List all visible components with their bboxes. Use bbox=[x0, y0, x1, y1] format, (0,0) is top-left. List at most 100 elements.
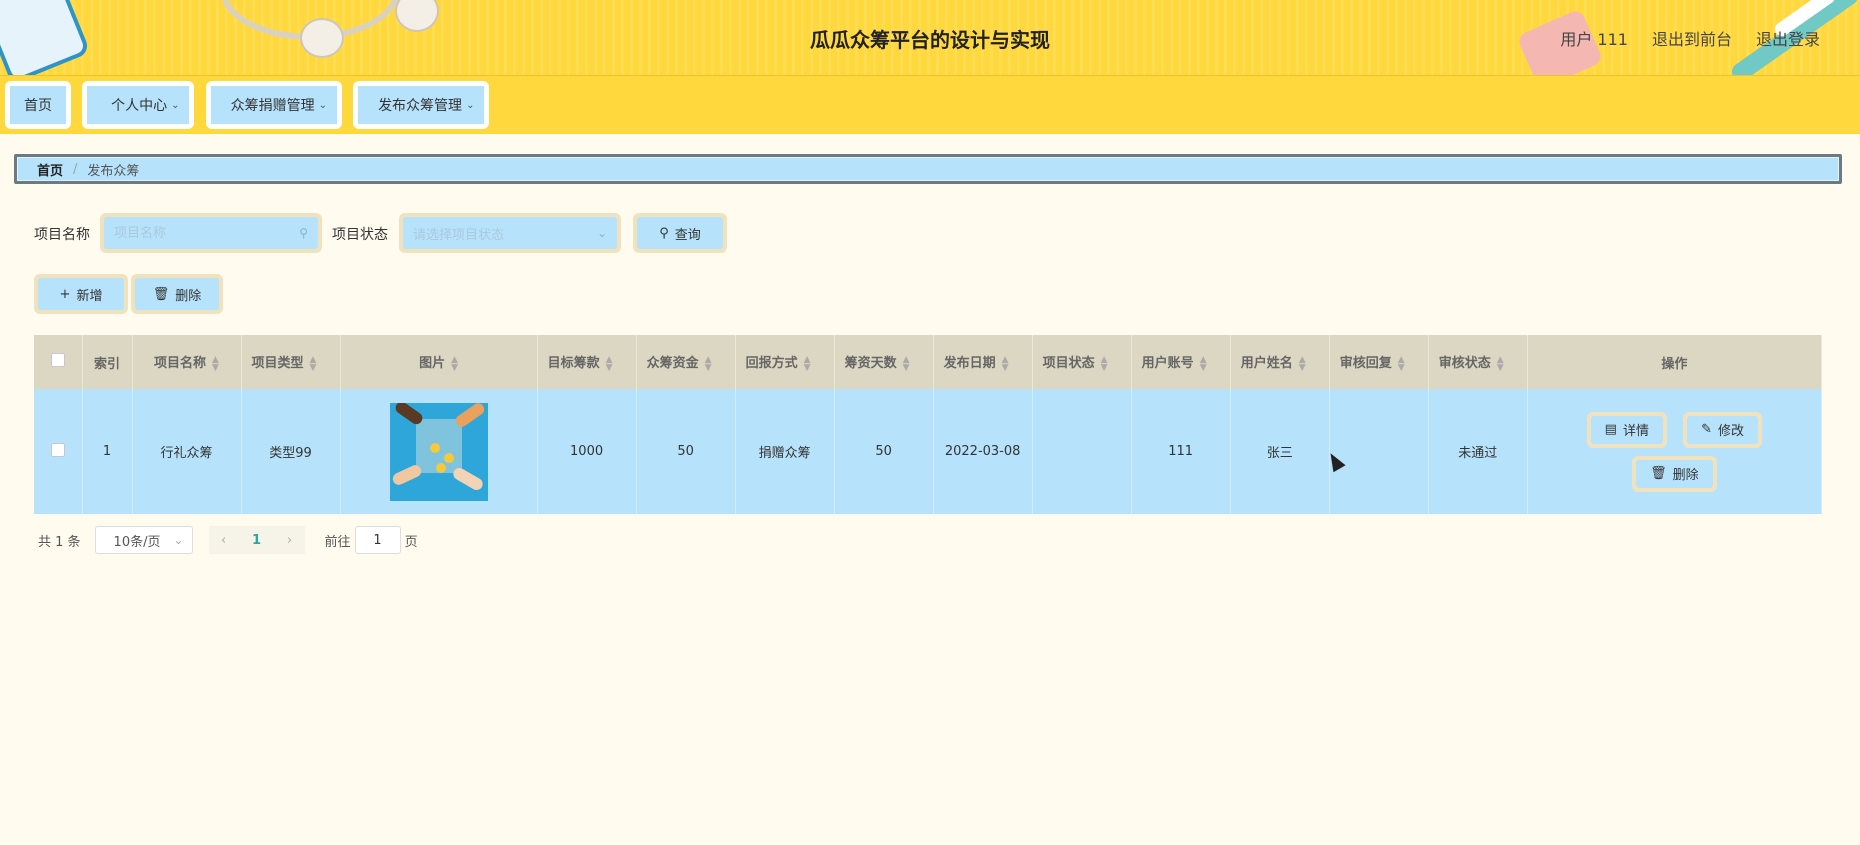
nav-label: 首页 bbox=[24, 98, 52, 114]
select-all-checkbox[interactable] bbox=[50, 353, 65, 367]
column-header[interactable]: 审核状态 ▲ ▼ bbox=[1428, 335, 1528, 389]
project-status-placeholder: 请选择项目状态 bbox=[413, 227, 505, 243]
next-page-button[interactable]: › bbox=[274, 526, 305, 554]
project-name-field: ⚲ bbox=[100, 213, 322, 253]
page-number-current[interactable]: 1 bbox=[238, 526, 275, 554]
cell-project-name: 行礼众筹 bbox=[132, 389, 242, 514]
delete-button[interactable]: 🗑 删除 bbox=[1632, 455, 1717, 492]
chevron-down-icon: ⌄ bbox=[173, 533, 184, 547]
column-header[interactable]: 图片 ▲ ▼ bbox=[340, 335, 538, 389]
column-header-label: 用户姓名 bbox=[1240, 356, 1293, 372]
total-count: 共 1 条 bbox=[38, 534, 81, 550]
logout-link[interactable]: 退出登录 bbox=[1756, 26, 1820, 50]
column-header[interactable]: 项目状态 ▲ ▼ bbox=[1032, 335, 1132, 389]
document-icon: ▤ bbox=[1604, 422, 1617, 437]
project-status-label: 项目状态 bbox=[332, 227, 388, 243]
cell-project-type: 类型99 bbox=[241, 389, 341, 514]
cell-account: 111 bbox=[1131, 389, 1231, 514]
table-header-row: 索引 项目名称 ▲ ▼ 项目类型 ▲ ▼ 图片 ▲ ▼ 目标筹款 ▲ ▼ 众筹资金 ▲ ▼ 回报方式… bbox=[34, 335, 1823, 389]
sort-icon[interactable]: ▲ ▼ bbox=[1398, 355, 1405, 372]
goto-page-input[interactable]: 1 bbox=[354, 526, 401, 554]
nav-personal-center[interactable]: 个人中心 ⌄ bbox=[82, 81, 195, 129]
goto-suffix: 页 bbox=[404, 534, 418, 550]
cell-audit: 未通过 bbox=[1428, 389, 1528, 514]
column-header-label: 审核状态 bbox=[1438, 356, 1491, 372]
nav-label: 个人中心 bbox=[111, 98, 168, 114]
column-header[interactable]: 用户账号 ▲ ▼ bbox=[1131, 335, 1231, 389]
sort-icon[interactable]: ▲ ▼ bbox=[1497, 355, 1504, 372]
column-header[interactable]: 众筹资金 ▲ ▼ bbox=[636, 335, 736, 389]
nav-home[interactable]: 首页 bbox=[5, 81, 71, 129]
sort-icon[interactable]: ▲ ▼ bbox=[451, 355, 458, 372]
column-header[interactable]: 发布日期 ▲ ▼ bbox=[933, 335, 1033, 389]
project-status-select[interactable]: 请选择项目状态 ⌄ bbox=[399, 213, 621, 253]
plus-icon: + bbox=[59, 286, 71, 302]
project-image[interactable] bbox=[389, 402, 488, 501]
chevron-right-icon: › bbox=[286, 532, 293, 548]
column-header[interactable]: 目标筹款 ▲ ▼ bbox=[537, 335, 637, 389]
sort-icon[interactable]: ▲ ▼ bbox=[1101, 355, 1108, 372]
pagination: 共 1 条 10条/页 ⌄ ‹ 1 › 前往 1 页 bbox=[38, 526, 418, 554]
column-header-label: 筹资天数 bbox=[844, 356, 897, 372]
sort-icon[interactable]: ▲ ▼ bbox=[804, 355, 811, 372]
hand-shape bbox=[392, 402, 425, 427]
cell-reply bbox=[1329, 389, 1429, 514]
detail-button[interactable]: ▤ 详情 bbox=[1586, 411, 1667, 448]
query-button[interactable]: ⚲ 查询 bbox=[633, 213, 727, 253]
edit-button[interactable]: ✎ 修改 bbox=[1683, 411, 1763, 448]
sort-icon[interactable]: ▲ ▼ bbox=[705, 355, 712, 372]
cell-username: 张三 bbox=[1230, 389, 1330, 514]
current-user: 用户 111 bbox=[1560, 30, 1628, 49]
cell-days: 50 bbox=[834, 389, 934, 514]
sort-icon[interactable]: ▲ ▼ bbox=[212, 355, 219, 372]
breadcrumb-home[interactable]: 首页 bbox=[37, 160, 63, 179]
sort-icon[interactable]: ▲ ▼ bbox=[310, 355, 317, 372]
sort-icon[interactable]: ▲ ▼ bbox=[903, 355, 910, 372]
column-header[interactable]: 项目类型 ▲ ▼ bbox=[241, 335, 341, 389]
sort-icon[interactable]: ▲ ▼ bbox=[1200, 355, 1207, 372]
nav-publish-management[interactable]: 发布众筹管理 ⌄ bbox=[353, 81, 490, 129]
batch-delete-button[interactable]: 🗑 删除 bbox=[131, 274, 223, 314]
column-header: 操作 bbox=[1527, 335, 1823, 389]
chevron-left-icon: ‹ bbox=[220, 532, 227, 548]
cell-return: 捐赠众筹 bbox=[735, 389, 835, 514]
chevron-down-icon: ⌄ bbox=[171, 99, 180, 111]
cell-status bbox=[1032, 389, 1132, 514]
goto-prefix: 前往 bbox=[324, 534, 351, 550]
cell-operations: ▤ 详情 ✎ 修改 🗑 删除 bbox=[1527, 389, 1823, 514]
column-header[interactable]: 审核回复 ▲ ▼ bbox=[1329, 335, 1429, 389]
trash-icon: 🗑 bbox=[152, 286, 170, 302]
chevron-down-icon: ⌄ bbox=[596, 226, 607, 240]
hand-shape bbox=[452, 402, 487, 429]
column-header-label: 目标筹款 bbox=[547, 356, 600, 372]
coin-shape bbox=[435, 462, 446, 473]
add-button[interactable]: + 新增 bbox=[34, 274, 128, 314]
hand-shape bbox=[450, 465, 485, 492]
column-header-label: 项目类型 bbox=[251, 356, 304, 372]
sort-icon[interactable]: ▲ ▼ bbox=[606, 355, 613, 372]
table-row: 1 行礼众筹 类型99 1000 50 捐赠众筹 50 2022-03-08 1… bbox=[34, 389, 1823, 514]
column-header: 索引 bbox=[82, 335, 133, 389]
cell-image bbox=[340, 389, 538, 514]
column-header[interactable]: 回报方式 ▲ ▼ bbox=[735, 335, 835, 389]
column-header[interactable]: 项目名称 ▲ ▼ bbox=[132, 335, 242, 389]
column-header-label: 项目状态 bbox=[1042, 356, 1095, 372]
sort-icon[interactable]: ▲ ▼ bbox=[1299, 355, 1306, 372]
trash-icon: 🗑 bbox=[1650, 466, 1667, 481]
column-header-label: 用户账号 bbox=[1141, 356, 1194, 372]
page-size-select[interactable]: 10条/页 ⌄ bbox=[94, 526, 193, 554]
edit-label: 修改 bbox=[1718, 424, 1745, 439]
coin-shape bbox=[429, 442, 440, 453]
page-size-value: 10条/页 bbox=[113, 534, 161, 550]
prev-page-button[interactable]: ‹ bbox=[208, 526, 239, 554]
nav-label: 发布众筹管理 bbox=[378, 98, 463, 114]
back-to-front-link[interactable]: 退出到前台 bbox=[1652, 26, 1732, 50]
project-name-input[interactable] bbox=[114, 225, 284, 241]
column-header[interactable]: 用户姓名 ▲ ▼ bbox=[1230, 335, 1330, 389]
row-checkbox[interactable] bbox=[50, 442, 65, 457]
column-header[interactable]: 筹资天数 ▲ ▼ bbox=[834, 335, 934, 389]
sort-icon[interactable]: ▲ ▼ bbox=[1002, 355, 1009, 372]
nav-donation-management[interactable]: 众筹捐赠管理 ⌄ bbox=[205, 81, 342, 129]
add-label: 新增 bbox=[76, 288, 103, 304]
delete-label: 删除 bbox=[175, 288, 202, 304]
